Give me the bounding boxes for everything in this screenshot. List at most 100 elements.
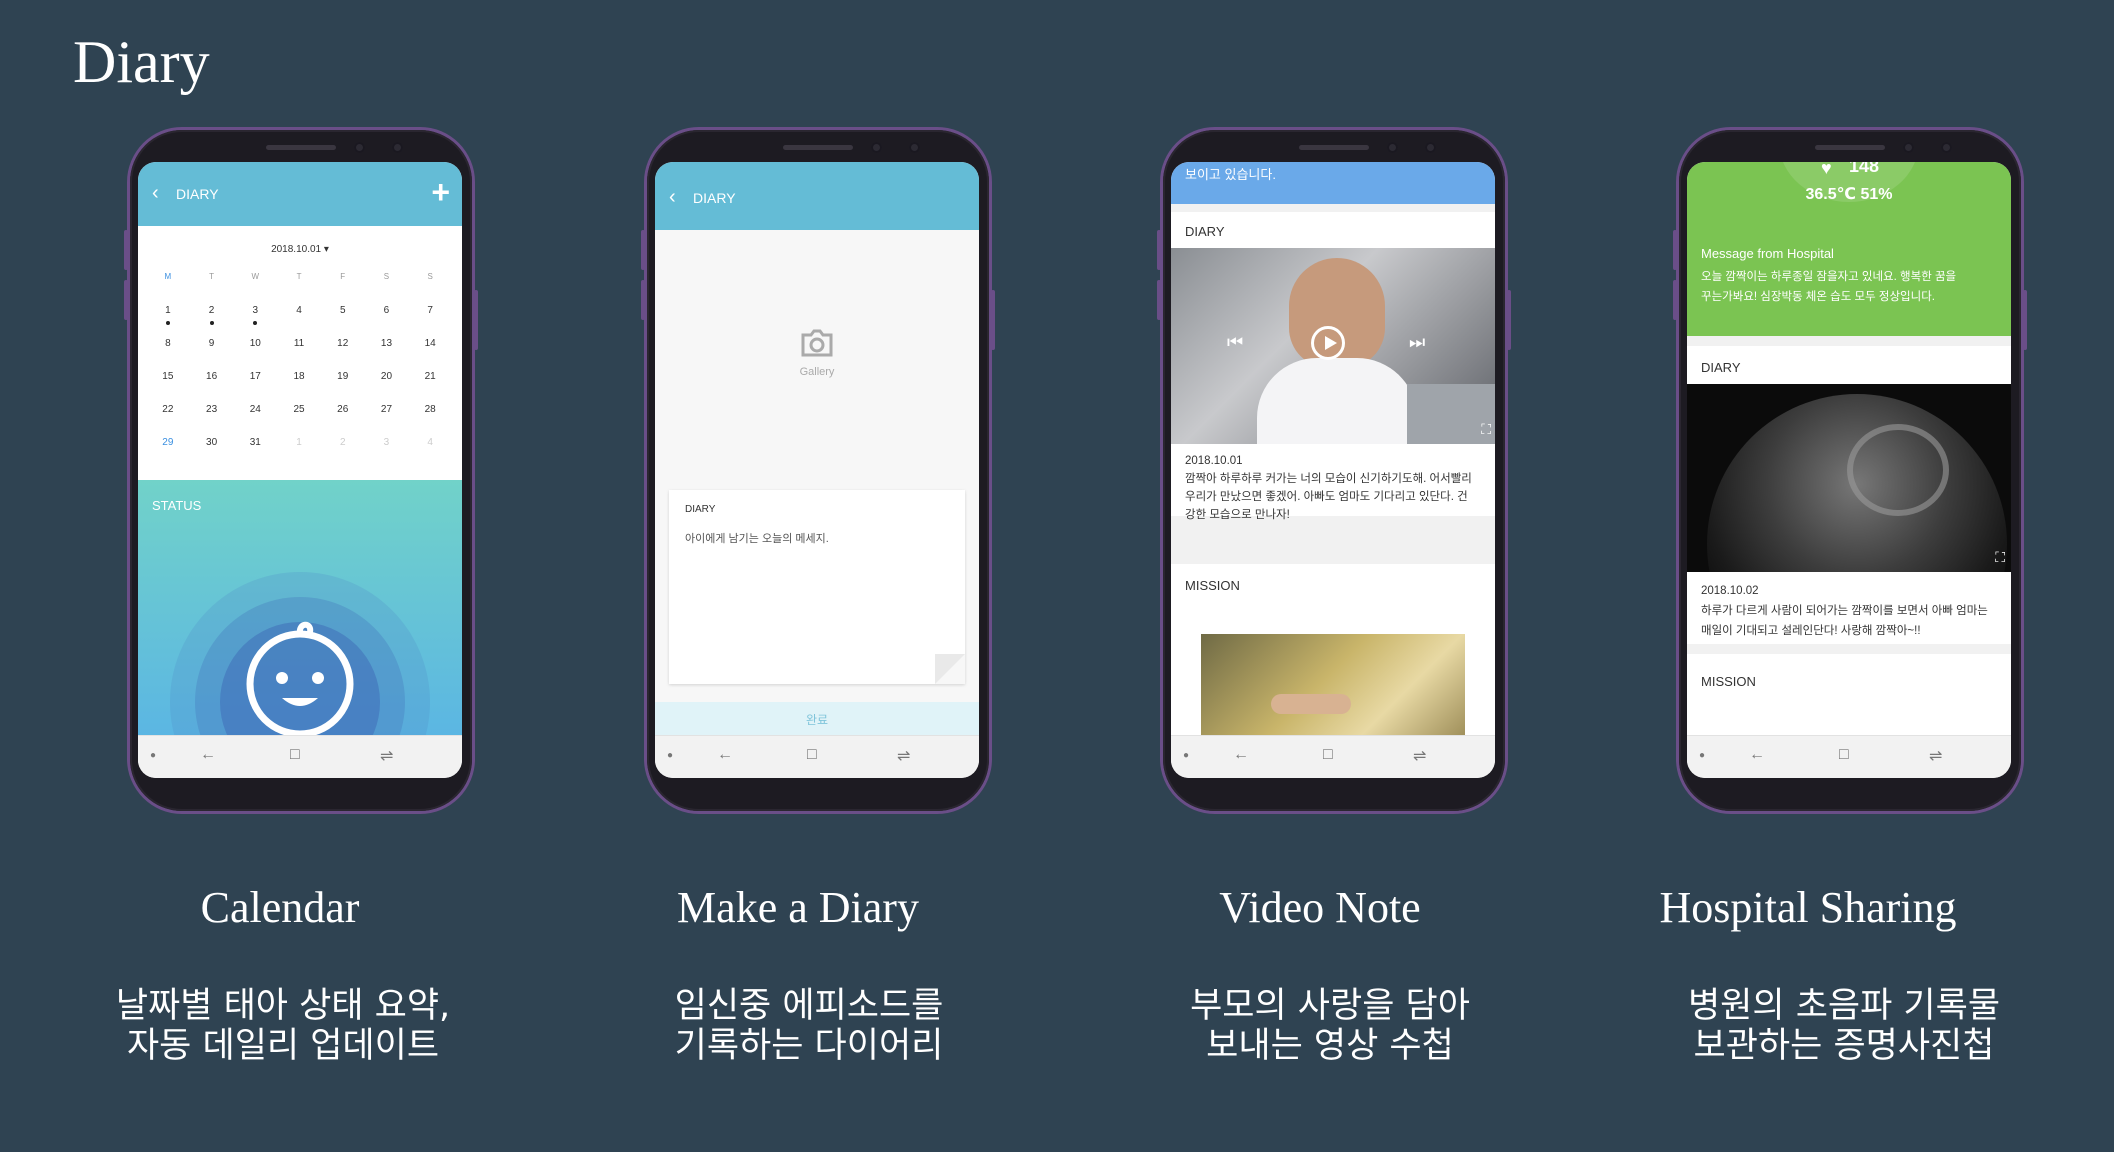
fullscreen-icon[interactable]: ⛶ <box>1995 549 2005 566</box>
android-nav-bar: ● ← □ ⇌ <box>138 735 462 778</box>
calendar-day[interactable]: 31 <box>233 437 277 470</box>
nav-back-icon[interactable]: ← <box>1233 746 1249 764</box>
calendar-day[interactable]: 15 <box>146 371 190 404</box>
calendar-day[interactable]: 28 <box>408 404 452 437</box>
calendar-day[interactable]: 27 <box>365 404 409 437</box>
calendar-day[interactable]: 5 <box>321 305 365 338</box>
play-icon[interactable] <box>1311 326 1345 360</box>
baby-face-icon <box>246 621 354 736</box>
nav-recent-icon[interactable]: ⇌ <box>1413 746 1426 766</box>
nav-recent-icon[interactable]: ⇌ <box>1929 746 1942 766</box>
android-nav-bar: ● ← □ ⇌ <box>655 735 979 778</box>
mission-image[interactable] <box>1201 634 1465 744</box>
calendar-day[interactable]: 26 <box>321 404 365 437</box>
phone-camera <box>354 142 365 153</box>
nav-home-icon[interactable]: □ <box>807 746 817 764</box>
volume-button <box>1673 280 1677 320</box>
back-arrow-icon[interactable]: ‹ <box>152 182 159 205</box>
video-person-shirt <box>1257 358 1417 444</box>
description-make-diary: 임신중 에피소드를 기록하는 다이어리 <box>589 986 1029 1066</box>
nav-home-icon[interactable]: □ <box>1839 746 1849 764</box>
calendar-day[interactable]: 22 <box>146 404 190 437</box>
calendar-day[interactable]: 1 <box>146 305 190 338</box>
back-arrow-icon[interactable]: ‹ <box>669 186 676 209</box>
next-icon[interactable]: ⏭ <box>1409 332 1425 353</box>
calendar-day[interactable]: 12 <box>321 338 365 371</box>
fullscreen-icon[interactable]: ⛶ <box>1481 421 1491 438</box>
calendar-day[interactable]: 7 <box>408 305 452 338</box>
caption-calendar: Calendar <box>200 883 360 932</box>
volume-button <box>1157 280 1161 320</box>
calendar-day[interactable]: 25 <box>277 404 321 437</box>
calendar-day[interactable]: 23 <box>190 404 234 437</box>
calendar-day[interactable]: 10 <box>233 338 277 371</box>
app-bar: ‹ DIARY + <box>138 162 462 226</box>
video-player[interactable]: ⏮ ⏭ ⛶ <box>1171 248 1495 444</box>
weekday-label: T <box>296 272 302 281</box>
gallery-label[interactable]: Gallery <box>655 366 979 378</box>
calendar-day[interactable]: 1 <box>277 437 321 470</box>
calendar-day[interactable]: 2 <box>190 305 234 338</box>
calendar-day[interactable]: 29 <box>146 437 190 470</box>
nav-home-icon[interactable]: □ <box>290 746 300 764</box>
heart-icon: ♥ <box>1821 162 1832 178</box>
phone-speaker <box>1815 145 1885 150</box>
description-line: 보관하는 증명사진첩 <box>1693 1026 1995 1066</box>
calendar-day[interactable]: 13 <box>365 338 409 371</box>
camera-icon[interactable] <box>800 328 834 358</box>
weekday-label: M <box>164 272 172 281</box>
nav-back-icon[interactable]: ← <box>717 746 733 764</box>
calendar-day[interactable]: 11 <box>277 338 321 371</box>
message-line: 꾸는가봐요! 심장박동 체온 습도 모두 정상입니다. <box>1701 291 1935 303</box>
mission-card: MISSION <box>1171 564 1495 744</box>
done-button[interactable]: 완료 <box>655 702 979 738</box>
nav-back-icon[interactable]: ← <box>1749 746 1765 764</box>
temp-humidity: 36.5℃ 51% <box>1805 186 1893 203</box>
nav-recent-icon[interactable]: ⇌ <box>380 746 393 766</box>
nav-dot-icon: ● <box>150 750 157 761</box>
calendar-day[interactable]: 17 <box>233 371 277 404</box>
volume-button <box>641 280 645 320</box>
calendar-day[interactable]: 6 <box>365 305 409 338</box>
weekday-label: S <box>383 272 390 281</box>
calendar-day[interactable]: 30 <box>190 437 234 470</box>
nav-home-icon[interactable]: □ <box>1323 746 1333 764</box>
status-label: STATUS <box>152 498 202 513</box>
calendar-day[interactable]: 16 <box>190 371 234 404</box>
calendar-day[interactable]: 24 <box>233 404 277 437</box>
calendar-day[interactable]: 2 <box>321 437 365 470</box>
calendar-week: 8 9 10 11 12 13 14 <box>146 338 452 371</box>
calendar-day[interactable]: 4 <box>408 437 452 470</box>
nav-back-icon[interactable]: ← <box>200 746 216 764</box>
add-icon[interactable]: + <box>431 174 450 211</box>
diary-note-card: DIARY 아이에게 남기는 오늘의 메세지. <box>669 490 965 684</box>
diary-note-line: 우리가 만났으면 좋겠어. 아빠도 엄마도 기다리고 있단다. 건 <box>1185 491 1468 503</box>
volume-button <box>124 230 128 270</box>
calendar-day[interactable]: 4 <box>277 305 321 338</box>
description-line: 병원의 초음파 기록물 <box>1687 986 2001 1026</box>
calendar-day[interactable]: 20 <box>365 371 409 404</box>
calendar-week: 15 16 17 18 19 20 21 <box>146 371 452 404</box>
power-button <box>1507 290 1511 350</box>
calendar-day[interactable]: 9 <box>190 338 234 371</box>
ultrasound-image[interactable]: ⛶ <box>1687 384 2011 572</box>
calendar-day[interactable]: 14 <box>408 338 452 371</box>
phone-make-diary: ‹ DIARY Gallery DIARY 아이에게 남기는 오늘의 메세지. … <box>641 130 995 811</box>
phone-sensor <box>392 142 403 153</box>
previous-icon[interactable]: ⏮ <box>1227 332 1243 353</box>
banner-text: 보이고 있습니다. <box>1185 167 1276 182</box>
calendar-day[interactable]: 19 <box>321 371 365 404</box>
diary-note-line: 매일이 기대되고 설레인단다! 사랑해 깜짝아~!! <box>1701 625 1921 637</box>
calendar-week: 29 30 31 1 2 3 4 <box>146 437 452 470</box>
diary-text-input[interactable]: 아이에게 남기는 오늘의 메세지. <box>685 530 829 546</box>
mission-label: MISSION <box>1701 674 1756 689</box>
calendar-day[interactable]: 3 <box>233 305 277 338</box>
calendar-day[interactable]: 18 <box>277 371 321 404</box>
nav-recent-icon[interactable]: ⇌ <box>897 746 910 766</box>
phone-speaker <box>1299 145 1369 150</box>
mission-card: MISSION <box>1687 654 2011 744</box>
calendar-day[interactable]: 8 <box>146 338 190 371</box>
month-selector[interactable]: 2018.10.01 ▾ <box>138 244 462 255</box>
calendar-day[interactable]: 21 <box>408 371 452 404</box>
calendar-day[interactable]: 3 <box>365 437 409 470</box>
